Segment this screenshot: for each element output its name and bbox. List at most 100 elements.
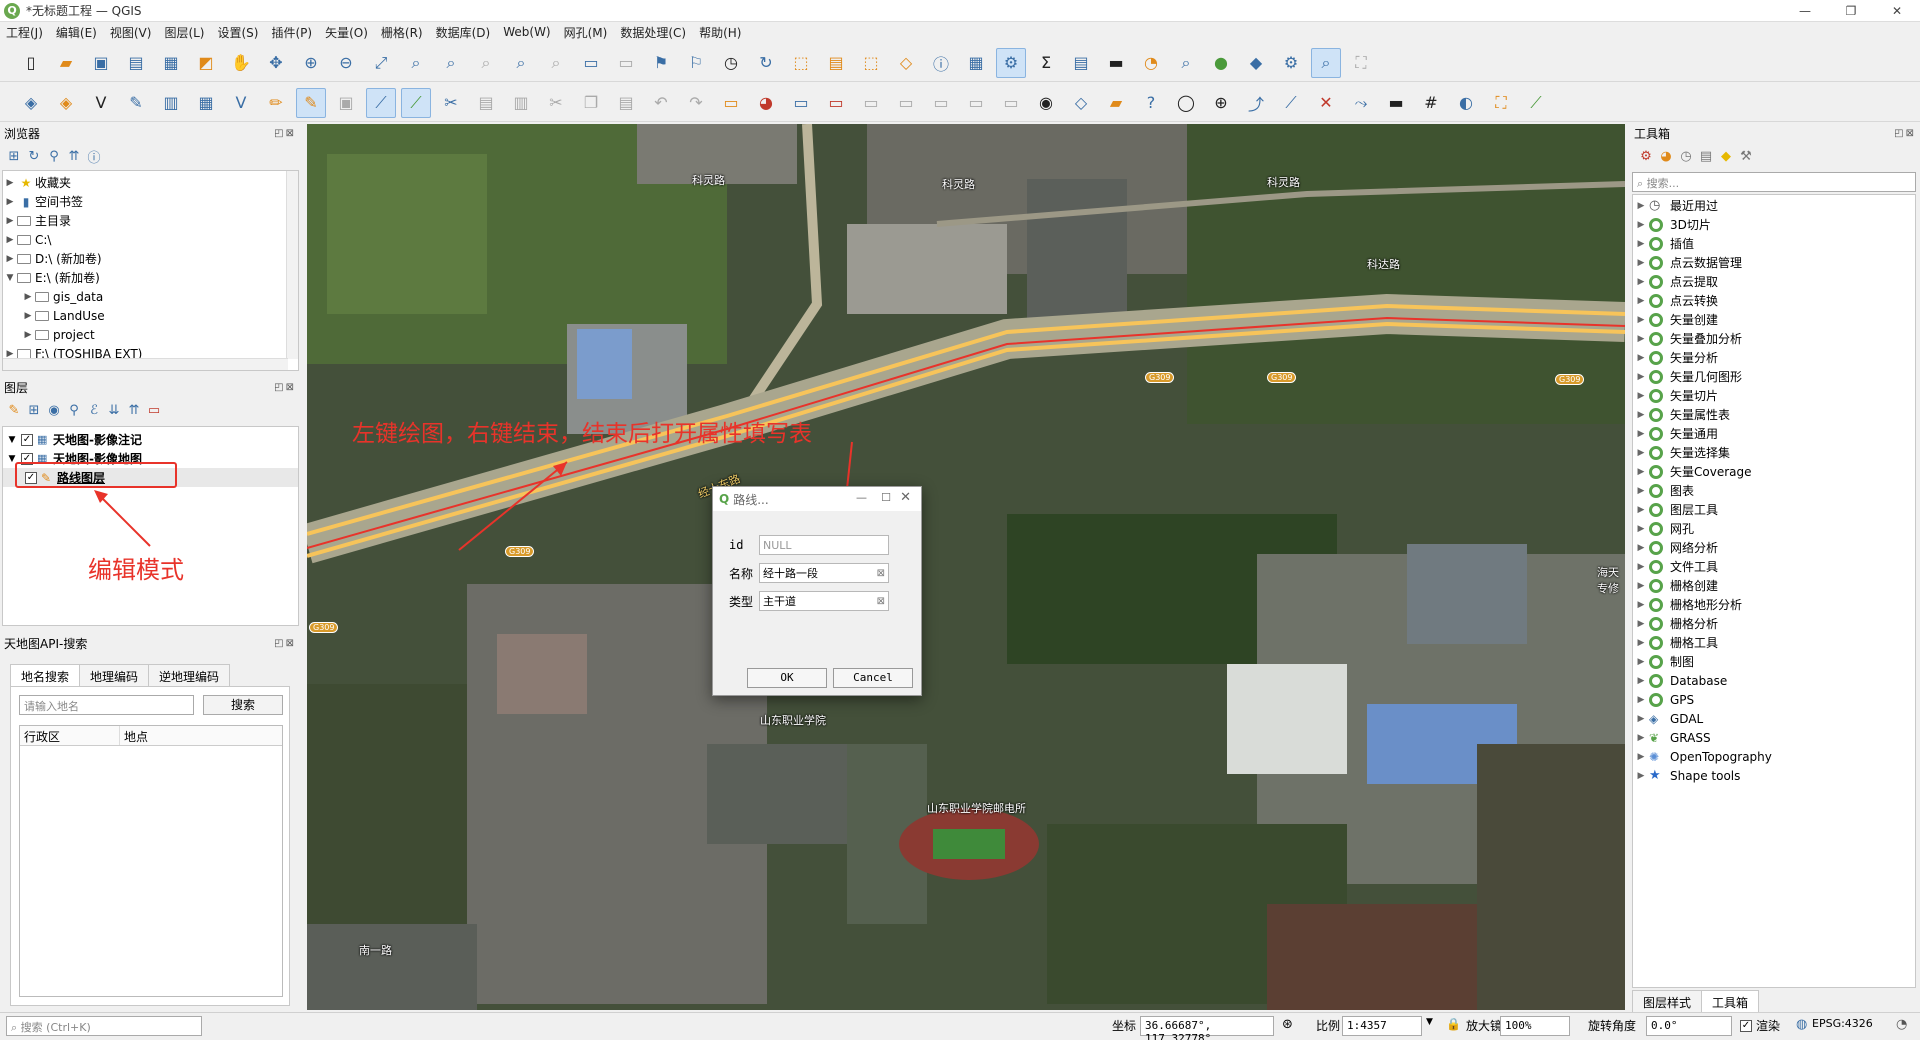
ruler-icon[interactable]: ▬	[1381, 88, 1411, 118]
modify-attributes-icon[interactable]: ✂	[436, 88, 466, 118]
menu-mesh[interactable]: 网孔(M)	[564, 24, 608, 41]
render-checkbox[interactable]: ✓	[1740, 1020, 1752, 1032]
menu-vector[interactable]: 矢量(O)	[325, 24, 368, 41]
coordinate-field[interactable]: 36.66687°, 117.32778°	[1140, 1016, 1274, 1040]
new-map-view-icon[interactable]: ▭	[576, 48, 606, 78]
toolbox-item[interactable]: ▶ 矢量Coverage	[1633, 462, 1915, 481]
deselect-icon[interactable]: ⬚	[856, 48, 886, 78]
expand-arrow-icon[interactable]: ▶	[1633, 201, 1649, 211]
measure-icon[interactable]: ▬	[1101, 48, 1131, 78]
messages-icon[interactable]: ◔	[1896, 1017, 1907, 1032]
zoom-native-icon[interactable]: ⌕	[471, 48, 501, 78]
toolbox-search-input[interactable]: ⌕ 搜索...	[1632, 172, 1916, 192]
toolbox-item[interactable]: ▶ 图表	[1633, 481, 1915, 500]
refresh-icon[interactable]: ↻	[751, 48, 781, 78]
place-search-input[interactable]: 请输入地名	[19, 695, 194, 715]
toolbox-item[interactable]: ▶ GPS	[1633, 690, 1915, 709]
dialog-minimize-icon[interactable]: —	[856, 491, 867, 504]
temporal-controller-icon[interactable]: ◷	[716, 48, 746, 78]
results-viewer-icon[interactable]: ▤	[1696, 149, 1716, 164]
save-edits-icon[interactable]: ▣	[331, 88, 361, 118]
toolbox-item[interactable]: ▶ 点云数据管理	[1633, 253, 1915, 272]
close-button[interactable]: ✕	[1874, 0, 1920, 22]
curve-tool-icon[interactable]: ⤴	[1241, 88, 1271, 118]
expand-arrow-icon[interactable]: ▶	[1633, 429, 1649, 439]
numbering-icon[interactable]: #	[1416, 88, 1446, 118]
line-tool-icon[interactable]: ⟋	[1276, 88, 1306, 118]
models-icon[interactable]: ⚙	[1636, 149, 1656, 164]
expand-arrow-icon[interactable]: ▶	[1633, 752, 1649, 762]
label-icon[interactable]: ▭	[716, 88, 746, 118]
expand-arrow-icon[interactable]: ▶	[1633, 714, 1649, 724]
column-district[interactable]: 行政区	[20, 726, 120, 745]
toolbox-item[interactable]: ▶ 栅格工具	[1633, 633, 1915, 652]
search-tool-icon[interactable]: ⌕	[1311, 47, 1341, 78]
expand-arrow-icon[interactable]: ▶	[1633, 562, 1649, 572]
toolbox-item[interactable]: ▶ 矢量选择集	[1633, 443, 1915, 462]
map-canvas[interactable]: 科灵路 科灵路 科灵路 科达路 经十东路 山东职业学院 山东职业学院邮电所 南一…	[307, 124, 1625, 1010]
expand-arrow-icon[interactable]: ▶	[1633, 296, 1649, 306]
expand-arrow-icon[interactable]: ▶	[1633, 391, 1649, 401]
search-button[interactable]: 搜索	[203, 695, 283, 715]
toolbox-item[interactable]: ▶ 矢量切片	[1633, 386, 1915, 405]
panel-controls-icon[interactable]: ◰⊠	[274, 638, 296, 649]
select-location-icon[interactable]: ◇	[891, 48, 921, 78]
toolbox-item[interactable]: ▶ 矢量叠加分析	[1633, 329, 1915, 348]
toolbox-item[interactable]: ▶ 栅格分析	[1633, 614, 1915, 633]
map-tips-icon[interactable]: ◔	[1136, 48, 1166, 78]
toolbox-item[interactable]: ▶ 矢量创建	[1633, 310, 1915, 329]
expand-arrow-icon[interactable]: ▶	[1633, 638, 1649, 648]
zoom-selection-icon[interactable]: ⌕	[401, 48, 431, 78]
layers-plugin-icon[interactable]: ◆	[1241, 48, 1271, 78]
gps-plugin-icon[interactable]: ◉	[1031, 88, 1061, 118]
expand-arrow-icon[interactable]: ▶	[1633, 448, 1649, 458]
ok-button[interactable]: OK	[747, 668, 827, 688]
processing-toolbox-icon[interactable]: ⚙	[996, 47, 1026, 78]
fullscreen-icon[interactable]: ⛶	[1346, 48, 1376, 78]
zoom-out-icon[interactable]: ⊖	[331, 48, 361, 78]
show-bookmarks-icon[interactable]: ⚐	[681, 48, 711, 78]
menu-database[interactable]: 数据库(D)	[436, 24, 491, 41]
toolbox-item[interactable]: ▶ 网孔	[1633, 519, 1915, 538]
expand-arrow-icon[interactable]: ▶	[1633, 334, 1649, 344]
expand-arrow-icon[interactable]: ▶	[1633, 220, 1649, 230]
settings-gear-icon[interactable]: ⚙	[1276, 48, 1306, 78]
toolbox-item[interactable]: ▶ Database	[1633, 671, 1915, 690]
field-input-type[interactable]: 主干道 ⊠	[759, 591, 889, 611]
expand-arrow-icon[interactable]: ▶	[1633, 486, 1649, 496]
field-input-name[interactable]: 经十路一段 ⊠	[759, 563, 889, 583]
menu-web[interactable]: Web(W)	[503, 25, 550, 39]
toolbox-item[interactable]: ▶ 点云转换	[1633, 291, 1915, 310]
zoom-next-icon[interactable]: ⌕	[541, 48, 571, 78]
layer-labeling-icon[interactable]: ▭	[786, 88, 816, 118]
expand-arrow-icon[interactable]: ▶	[1633, 733, 1649, 743]
select-by-value-icon[interactable]: ▤	[821, 48, 851, 78]
zoom-layer-icon[interactable]: ⌕	[436, 48, 466, 78]
expand-arrow-icon[interactable]: ▶	[1633, 619, 1649, 629]
globe-icon[interactable]: ●	[1206, 48, 1236, 78]
expand-arrow-icon[interactable]: ▶	[1633, 676, 1649, 686]
trash-icon[interactable]: ▥	[506, 88, 536, 118]
scripts-icon[interactable]: ◕	[1656, 149, 1676, 164]
expand-arrow-icon[interactable]: ▶	[1633, 467, 1649, 477]
scale-dropdown-icon[interactable]: ▼	[1426, 1017, 1433, 1027]
expand-arrow-icon[interactable]: ▶	[1633, 277, 1649, 287]
column-place[interactable]: 地点	[120, 726, 152, 745]
locator-search-input[interactable]: ⌕ 搜索 (Ctrl+K)	[6, 1016, 202, 1036]
menu-processing[interactable]: 数据处理(C)	[620, 24, 686, 41]
crs-globe-icon[interactable]: ◍	[1796, 1017, 1807, 1032]
magnifier-field[interactable]: 100%	[1500, 1016, 1570, 1036]
lock-scale-icon[interactable]: 🔒	[1446, 1017, 1461, 1031]
toolbox-item[interactable]: ▶ 栅格地形分析	[1633, 595, 1915, 614]
dialog-close-icon[interactable]: ✕	[900, 490, 911, 505]
rotation-field[interactable]: 0.0°	[1646, 1016, 1732, 1036]
move-label-icon[interactable]: ▭	[926, 88, 956, 118]
reshape-icon[interactable]: ⤳	[1346, 88, 1376, 118]
statistics-icon[interactable]: Σ	[1031, 48, 1061, 78]
scale-field[interactable]: 1:4357	[1342, 1016, 1422, 1036]
paste-features-icon[interactable]: ▤	[611, 88, 641, 118]
dialog-maximize-icon[interactable]: ☐	[881, 491, 891, 504]
new-3d-view-icon[interactable]: ▭	[611, 48, 641, 78]
crosshair-icon[interactable]: ⊕	[1206, 88, 1236, 118]
undo-icon[interactable]: ↶	[646, 88, 676, 118]
